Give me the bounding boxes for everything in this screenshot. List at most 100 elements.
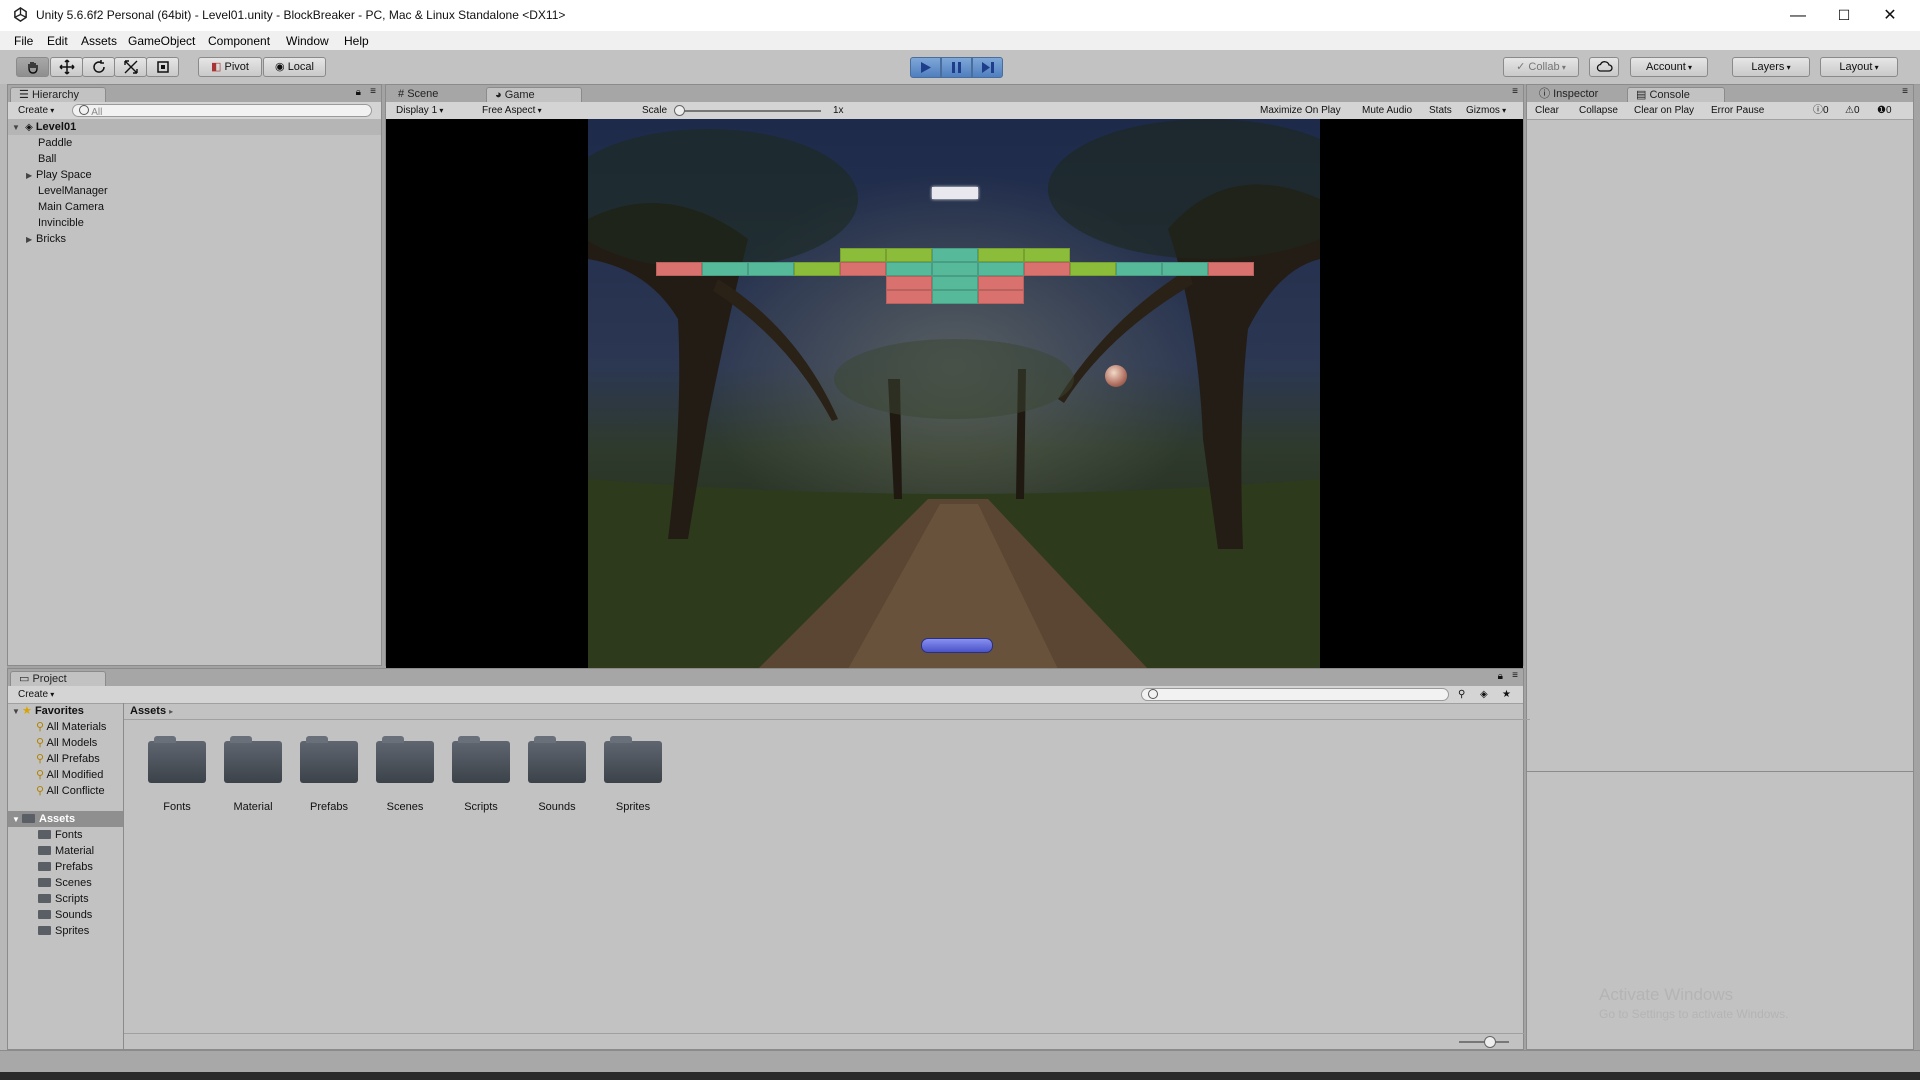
hierarchy-search-input[interactable]: All (72, 104, 372, 118)
hierarchy-create-button[interactable]: Create (18, 104, 54, 117)
asset-folder-sprites[interactable]: Sprites (595, 736, 671, 813)
expand-arrow-icon[interactable]: ▼ (12, 704, 22, 720)
assets-root-row[interactable]: ▼ Assets (8, 811, 123, 827)
minimize-button[interactable]: — (1775, 0, 1821, 31)
tab-game[interactable]: ◕ Game (486, 87, 582, 102)
sidebar-folder-scripts[interactable]: Scripts (8, 891, 89, 907)
menu-file[interactable]: File (14, 34, 33, 48)
collapsed-arrow-icon[interactable]: ▶ (26, 232, 36, 248)
favorite-all-models[interactable]: ⚲ All Models (8, 735, 123, 751)
layout-dropdown[interactable]: Layout (1820, 57, 1898, 77)
asset-folder-prefabs[interactable]: Prefabs (291, 736, 367, 813)
hierarchy-item-levelmanager[interactable]: LevelManager (8, 183, 108, 199)
tab-inspector[interactable]: ⓘ Inspector (1531, 87, 1621, 102)
console-split-divider[interactable] (1527, 771, 1913, 772)
project-search-input[interactable] (1141, 688, 1449, 701)
sidebar-folder-scenes[interactable]: Scenes (8, 875, 92, 891)
layers-dropdown[interactable]: Layers (1732, 57, 1810, 77)
menu-edit[interactable]: Edit (47, 34, 68, 48)
console-warning-toggle[interactable]: ⚠0 (1845, 104, 1860, 117)
asset-folder-sounds[interactable]: Sounds (519, 736, 595, 813)
hierarchy-item-ball[interactable]: Ball (8, 151, 56, 167)
stats-toggle[interactable]: Stats (1429, 104, 1452, 117)
collapsed-arrow-icon[interactable]: ▶ (26, 168, 36, 184)
panel-menu-icon[interactable]: ≡ (1512, 86, 1518, 97)
close-button[interactable]: ✕ (1867, 0, 1913, 31)
console-error-pause-button[interactable]: Error Pause (1711, 104, 1764, 117)
hierarchy-item-main-camera[interactable]: Main Camera (8, 199, 104, 215)
scene-row[interactable]: ▼ ◈ Level01 (8, 119, 381, 135)
panel-menu-icon[interactable]: ≡ (370, 86, 376, 97)
folder-tab-icon: ▭ (19, 673, 30, 685)
cloud-button[interactable] (1589, 57, 1619, 77)
menu-gameobject[interactable]: GameObject (128, 34, 195, 48)
account-dropdown[interactable]: Account (1630, 57, 1708, 77)
console-collapse-button[interactable]: Collapse (1579, 104, 1618, 117)
favorite-all-conflicted[interactable]: ⚲ All Conflicte (8, 783, 123, 799)
sidebar-folder-sounds[interactable]: Sounds (8, 907, 92, 923)
menu-window[interactable]: Window (286, 34, 329, 48)
favorite-all-materials[interactable]: ⚲ All Materials (8, 719, 123, 735)
lock-icon[interactable]: 🔒︎ (1498, 671, 1503, 682)
icon-size-slider-handle[interactable] (1484, 1036, 1496, 1048)
menu-assets[interactable]: Assets (81, 34, 117, 48)
pause-button[interactable] (941, 57, 972, 78)
scale-tool-button[interactable] (114, 57, 147, 77)
asset-folder-fonts[interactable]: Fonts (139, 736, 215, 813)
menu-component[interactable]: Component (208, 34, 270, 48)
console-clear-button[interactable]: Clear (1535, 104, 1559, 117)
tab-project[interactable]: ▭ Project (10, 671, 106, 686)
hierarchy-item-play-space[interactable]: ▶ Play Space (8, 167, 92, 183)
step-button[interactable] (972, 57, 1003, 78)
hierarchy-item-bricks[interactable]: ▶ Bricks (8, 231, 66, 247)
lock-icon[interactable]: 🔒︎ (356, 87, 361, 98)
move-tool-button[interactable] (50, 57, 83, 77)
pivot-toggle[interactable]: ◧ Pivot (198, 57, 262, 77)
sidebar-folder-sprites[interactable]: Sprites (8, 923, 89, 939)
hand-tool-button[interactable] (16, 57, 49, 77)
favorite-all-prefabs[interactable]: ⚲ All Prefabs (8, 751, 123, 767)
collab-dropdown[interactable]: ✓ Collab (1503, 57, 1579, 77)
local-toggle[interactable]: ◉ Local (263, 57, 326, 77)
breadcrumb-assets[interactable]: Assets (130, 705, 166, 717)
folder-icon (224, 736, 282, 783)
filter-by-label-icon[interactable]: ◈ (1480, 688, 1488, 701)
filter-by-type-icon[interactable]: ⚲ (1458, 688, 1465, 701)
star-icon[interactable]: ★ (1502, 688, 1511, 701)
asset-folder-material[interactable]: Material (215, 736, 291, 813)
gizmos-dropdown[interactable]: Gizmos (1466, 104, 1506, 117)
hierarchy-item-paddle[interactable]: Paddle (8, 135, 72, 151)
scale-slider-handle[interactable] (674, 105, 685, 116)
maximize-on-play-toggle[interactable]: Maximize On Play (1260, 104, 1341, 117)
console-toolbar: Clear Collapse Clear on Play Error Pause… (1527, 102, 1913, 120)
menu-help[interactable]: Help (344, 34, 369, 48)
favorite-all-modified[interactable]: ⚲ All Modified (8, 767, 123, 783)
tab-console[interactable]: ▤ Console (1627, 87, 1725, 102)
hierarchy-item-invincible[interactable]: Invincible (8, 215, 84, 231)
scale-slider-track[interactable] (676, 110, 821, 112)
sidebar-folder-fonts[interactable]: Fonts (8, 827, 83, 843)
asset-folder-scripts[interactable]: Scripts (443, 736, 519, 813)
asset-folder-scenes[interactable]: Scenes (367, 736, 443, 813)
console-error-toggle[interactable]: ❶0 (1877, 104, 1892, 117)
expand-arrow-icon[interactable]: ▼ (12, 120, 22, 136)
sidebar-folder-prefabs[interactable]: Prefabs (8, 859, 93, 875)
console-info-toggle[interactable]: ⓘ0 (1813, 104, 1829, 117)
console-clear-on-play-button[interactable]: Clear on Play (1634, 104, 1694, 117)
display-dropdown[interactable]: Display 1 (396, 104, 466, 117)
mute-audio-toggle[interactable]: Mute Audio (1362, 104, 1412, 117)
rotate-tool-button[interactable] (82, 57, 115, 77)
tab-scene[interactable]: # Scene (390, 87, 480, 102)
aspect-dropdown[interactable]: Free Aspect (482, 104, 612, 117)
maximize-button[interactable]: ☐ (1821, 0, 1867, 31)
panel-menu-icon[interactable]: ≡ (1512, 670, 1518, 681)
favorites-row[interactable]: ▼ ★ Favorites (8, 703, 84, 719)
expand-arrow-icon[interactable]: ▼ (12, 812, 22, 828)
tab-hierarchy[interactable]: ☰ Hierarchy (10, 87, 106, 102)
folder-label: Fonts (55, 829, 83, 841)
play-button[interactable] (910, 57, 941, 78)
project-create-button[interactable]: Create (18, 688, 54, 701)
sidebar-folder-material[interactable]: Material (8, 843, 94, 859)
rect-tool-button[interactable] (146, 57, 179, 77)
panel-menu-icon[interactable]: ≡ (1902, 86, 1908, 97)
